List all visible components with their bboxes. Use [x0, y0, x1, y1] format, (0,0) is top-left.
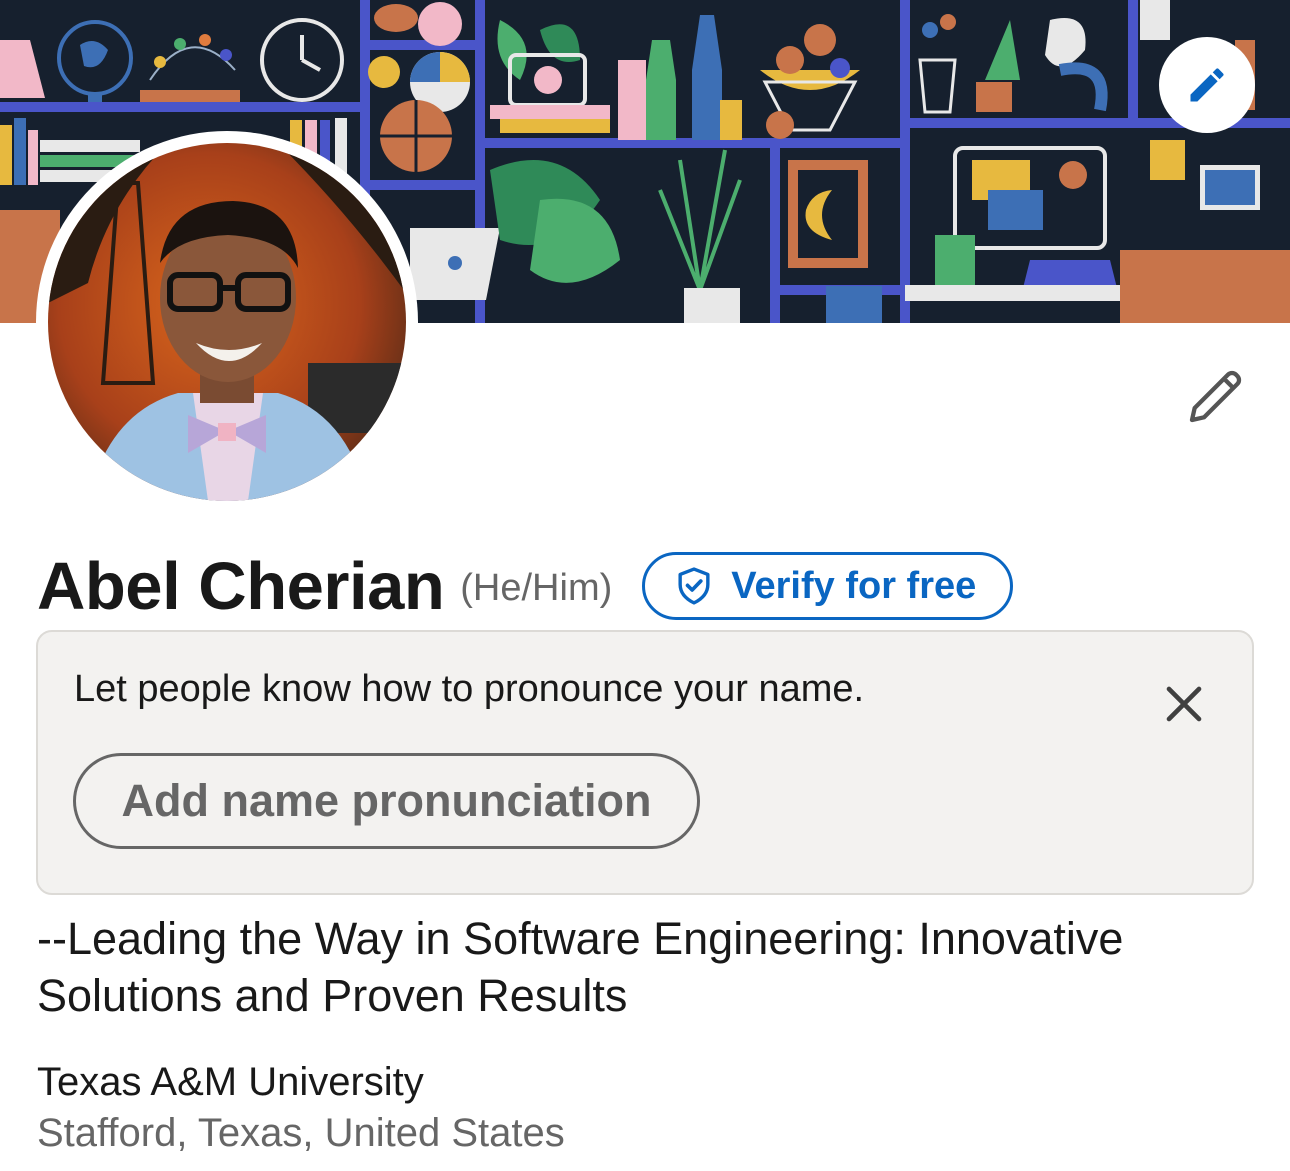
profile-headline: --Leading the Way in Software Engineerin…	[37, 913, 1124, 1021]
name-row: Abel Cherian (He/Him) Verify for free	[37, 548, 1014, 624]
edit-profile-button[interactable]	[1180, 360, 1252, 432]
location: Stafford, Texas, United States	[37, 1111, 565, 1155]
pronouns: (He/Him)	[460, 566, 613, 609]
profile-photo	[48, 143, 406, 501]
shield-check-icon	[678, 567, 710, 605]
edit-banner-button[interactable]	[1159, 37, 1255, 133]
pencil-icon	[1190, 68, 1224, 102]
add-name-pronunciation-button[interactable]: Add name pronunciation	[73, 753, 700, 849]
avatar[interactable]	[48, 143, 406, 501]
verify-label: Verify for free	[731, 564, 977, 607]
pencil-outline-icon	[1189, 370, 1242, 423]
dismiss-button[interactable]	[1156, 676, 1212, 732]
close-icon	[1166, 686, 1202, 722]
profile-name: Abel Cherian	[37, 548, 445, 624]
education[interactable]: Texas A&M University	[37, 1060, 424, 1105]
verify-button[interactable]: Verify for free	[642, 552, 1014, 620]
pronunciation-message: Let people know how to pronounce your na…	[74, 668, 865, 710]
pronunciation-card: Let people know how to pronounce your na…	[36, 630, 1254, 895]
